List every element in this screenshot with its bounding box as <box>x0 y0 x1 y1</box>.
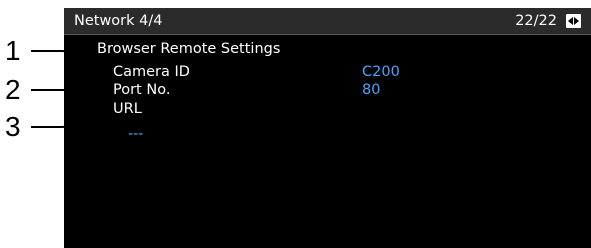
callout-number-2: 2 <box>5 74 21 105</box>
camera-id-value: C200 <box>362 64 400 80</box>
manual-figure: Network 4/4 22/22 Browser Remote Setting… <box>0 0 591 248</box>
camera-id-label[interactable]: Camera ID <box>113 63 190 81</box>
page-counter: 22/22 <box>515 13 557 29</box>
section-title: Browser Remote Settings <box>97 41 281 57</box>
callout-number-3: 3 <box>5 111 21 142</box>
camera-menu-screen: Network 4/4 22/22 Browser Remote Setting… <box>64 8 591 248</box>
port-no-label[interactable]: Port No. <box>113 81 170 99</box>
left-right-arrows-icon[interactable] <box>566 14 581 28</box>
url-label[interactable]: URL <box>113 100 142 118</box>
menu-title: Network 4/4 <box>74 13 163 29</box>
port-no-value: 80 <box>362 82 381 98</box>
url-value: --- <box>128 126 144 142</box>
callout-number-1: 1 <box>5 35 21 66</box>
menu-header: Network 4/4 22/22 <box>64 8 591 35</box>
